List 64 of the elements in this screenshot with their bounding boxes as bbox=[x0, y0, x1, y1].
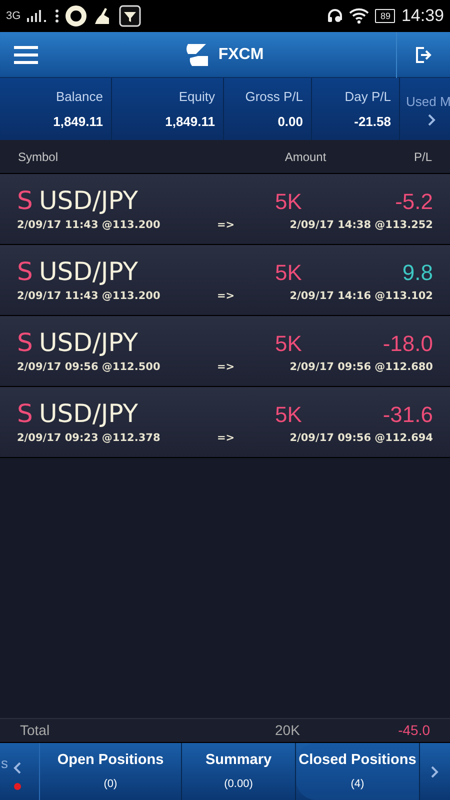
column-header[interactable]: Symbol bbox=[18, 148, 168, 166]
symbol-text: USD/JPY bbox=[39, 185, 140, 218]
open-time: 2/09/17 11:43 @113.200 bbox=[17, 218, 162, 234]
summary-label: Balance bbox=[56, 88, 103, 106]
summary-value: 1,849.11 bbox=[53, 113, 103, 131]
arrow-text: => bbox=[217, 360, 235, 376]
position-row[interactable]: S USD/JPY 5K -5.2 2/09/17 11:43 @113.200 => 2/09/17 14:38 @113.252 bbox=[0, 174, 450, 245]
clock: 14:39 bbox=[401, 5, 444, 28]
chevron-right-icon[interactable] bbox=[428, 114, 436, 126]
summary-label: Used M bbox=[406, 93, 450, 112]
funnel-icon bbox=[118, 5, 141, 27]
summary-value: 1,849.11 bbox=[165, 113, 215, 131]
symbol-text: USD/JPY bbox=[39, 398, 140, 430]
logo-icon bbox=[184, 42, 210, 68]
summary-label: Gross P/L bbox=[245, 88, 303, 106]
tab-label[interactable]: s bbox=[1, 753, 8, 774]
more-icon bbox=[54, 9, 59, 23]
pl-value: -5.2 bbox=[395, 188, 433, 216]
column-header[interactable]: P/L bbox=[414, 148, 432, 166]
summary-label: Equity bbox=[178, 88, 215, 106]
pl-value: 9.8 bbox=[402, 258, 433, 287]
amount-text: 5K bbox=[275, 400, 302, 429]
close-time: 2/09/17 14:38 @113.252 bbox=[290, 218, 433, 234]
wifi-icon bbox=[349, 8, 370, 24]
arrow-text: => bbox=[217, 289, 235, 304]
position-row[interactable]: S USD/JPY 5K 9.8 2/09/17 11:43 @113.200 => 2/09/17 14:16 @113.102 bbox=[0, 245, 450, 316]
side-indicator: S bbox=[17, 327, 34, 360]
open-time: 2/09/17 09:56 @112.500 bbox=[17, 360, 162, 376]
side-indicator: S bbox=[17, 256, 34, 288]
tab[interactable]: Open Positions (0) bbox=[40, 743, 182, 800]
side-indicator: S bbox=[17, 398, 34, 430]
close-time: 2/09/17 09:56 @112.680 bbox=[290, 360, 433, 376]
tab[interactable]: Closed Positions (4) bbox=[296, 743, 420, 800]
column-header[interactable]: Amount bbox=[278, 148, 333, 166]
arrow-text: => bbox=[217, 218, 235, 234]
summary-value: -21.58 bbox=[354, 113, 391, 131]
chevron-left-icon[interactable] bbox=[13, 762, 21, 774]
total-label: Total bbox=[20, 721, 51, 740]
headset-icon bbox=[327, 8, 344, 24]
close-time: 2/09/17 14:16 @113.102 bbox=[290, 289, 433, 304]
open-time: 2/09/17 09:23 @112.378 bbox=[17, 431, 162, 446]
amount-text: 5K bbox=[275, 258, 302, 287]
side-indicator: S bbox=[17, 185, 34, 218]
symbol-text: USD/JPY bbox=[39, 327, 140, 360]
battery-icon: 89 bbox=[375, 9, 396, 23]
network-type: 3G bbox=[6, 8, 21, 24]
summary-label: Day P/L bbox=[344, 88, 391, 106]
total-pl: -45.0 bbox=[398, 721, 430, 740]
position-row[interactable]: S USD/JPY 5K -18.0 2/09/17 09:56 @112.500 => 2/09/17 09:56 @112.680 bbox=[0, 316, 450, 387]
chevron-right-icon[interactable] bbox=[431, 766, 439, 778]
amount-text: 5K bbox=[275, 330, 302, 358]
arrow-text: => bbox=[217, 431, 235, 446]
app-title: FXCM bbox=[218, 44, 264, 64]
close-time: 2/09/17 09:56 @112.694 bbox=[290, 431, 433, 446]
pl-value: -31.6 bbox=[382, 400, 433, 429]
symbol-text: USD/JPY bbox=[39, 256, 140, 288]
amount-text: 5K bbox=[275, 188, 302, 216]
open-time: 2/09/17 11:43 @113.200 bbox=[17, 289, 162, 304]
ring-icon bbox=[64, 5, 87, 27]
signal-icon bbox=[26, 10, 49, 22]
summary-value: 0.00 bbox=[278, 113, 303, 131]
pl-value: -18.0 bbox=[382, 330, 433, 358]
position-row[interactable]: S USD/JPY 5K -31.6 2/09/17 09:23 @112.378 => 2/09/17 09:56 @112.694 bbox=[0, 387, 450, 458]
total-amount: 20K bbox=[275, 721, 300, 740]
